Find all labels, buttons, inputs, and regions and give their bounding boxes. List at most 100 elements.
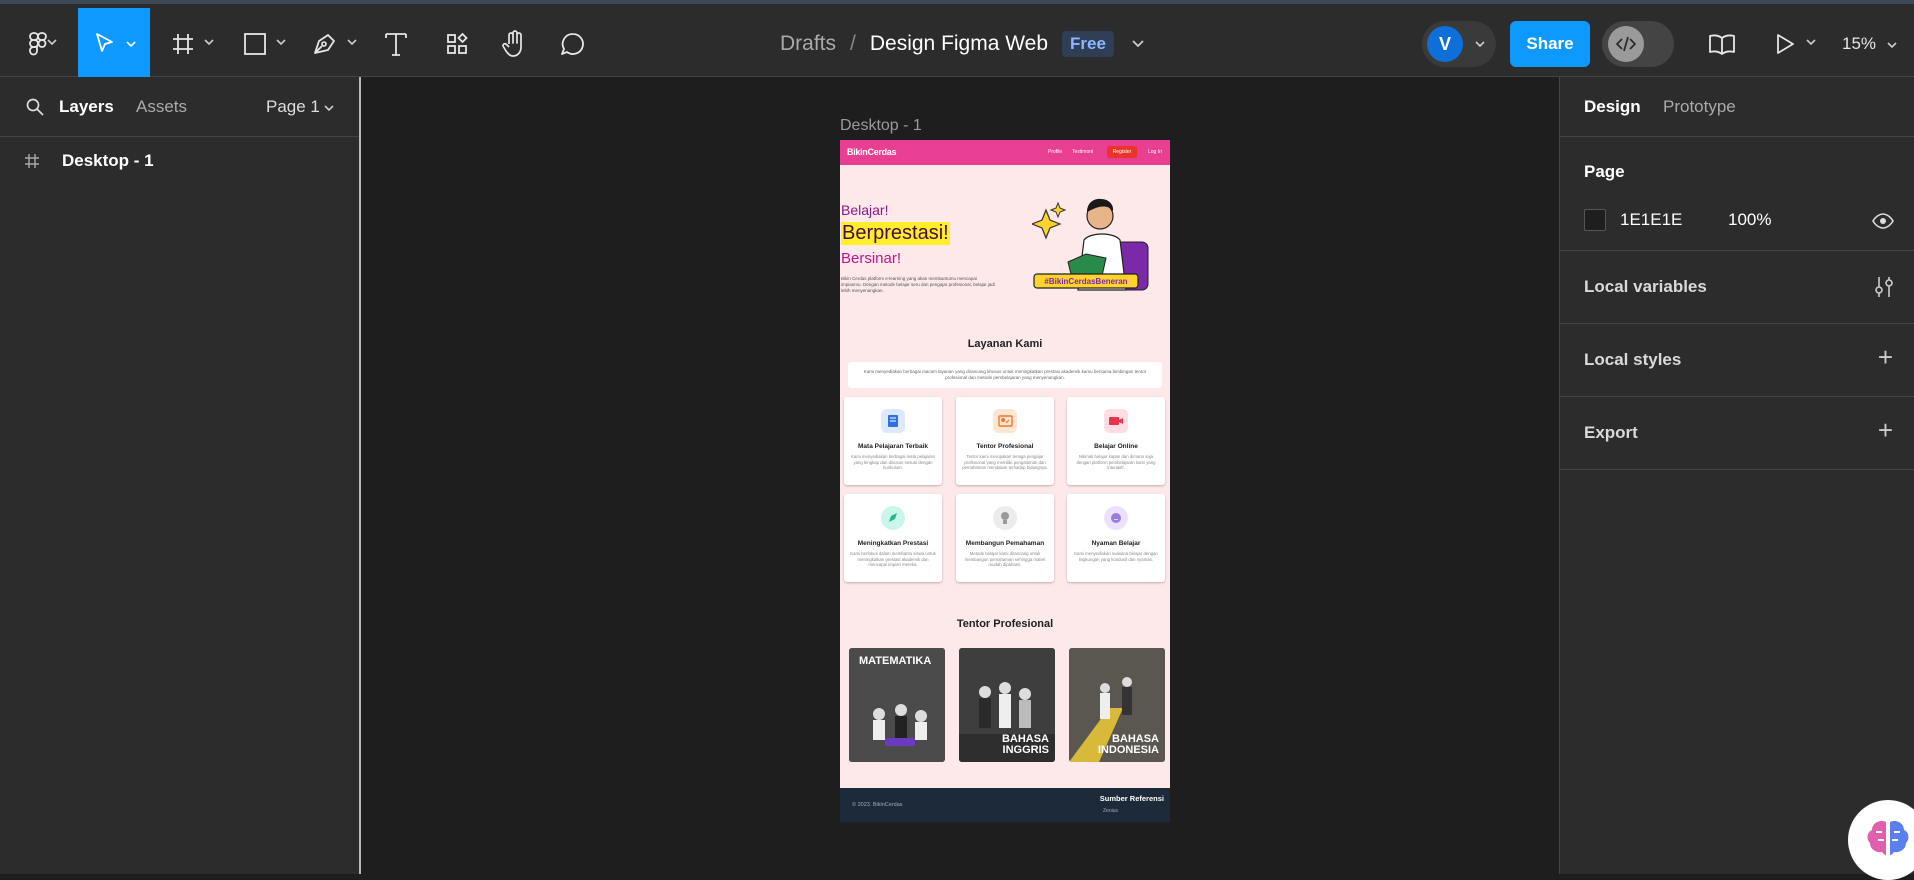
tentor-title: Tentor Profesional [956, 618, 1054, 630]
hero-illustration: #BikinCerdasBeneran [1030, 192, 1162, 307]
share-button[interactable]: Share [1510, 21, 1590, 67]
right-panel-tabs: Design Prototype [1560, 77, 1914, 137]
file-name[interactable]: Design Figma Web [870, 32, 1048, 56]
photo-caption: BAHASA INGGRIS [1001, 733, 1049, 756]
zoom-value: 15% [1842, 34, 1877, 53]
breadcrumb-separator: / [850, 32, 856, 55]
frame-icon[interactable] [168, 8, 198, 80]
service-card: Membangun Pemahaman Metode belajar kami … [956, 494, 1054, 582]
tab-layers[interactable]: Layers [59, 97, 114, 117]
present-icon[interactable] [1772, 8, 1798, 80]
resources-icon[interactable] [442, 8, 472, 80]
local-styles-section: Local styles + [1560, 324, 1914, 397]
footer-link: Zenius [1102, 808, 1118, 814]
photo-caption: BAHASA INDONESIA [1097, 733, 1159, 756]
layers-panel: Layers Assets Page 1 Desktop - 1 [0, 77, 361, 874]
service-title: Meningkatkan Prestasi [857, 540, 929, 547]
site-nav-profile: Profile [1048, 149, 1063, 155]
tab-prototype[interactable]: Prototype [1663, 97, 1736, 117]
hero-line-1: Belajar! [841, 202, 889, 218]
chevron-down-icon[interactable] [347, 38, 357, 46]
search-icon[interactable] [26, 98, 44, 116]
hand-icon[interactable] [499, 8, 529, 80]
service-desc: Kami menyediakan suasana belajar dengan … [1074, 551, 1158, 562]
top-toolbar: Drafts / Design Figma Web Free V Share 1… [0, 0, 1914, 80]
plan-badge[interactable]: Free [1062, 31, 1114, 57]
dev-mode-toggle[interactable] [1602, 21, 1674, 67]
add-export-plus-icon[interactable]: + [1878, 415, 1893, 446]
export-label: Export [1584, 423, 1638, 442]
service-card: Mata Pelajaran Terbaik Kami menyediakan … [844, 397, 942, 485]
hero-description: Bikin Cerdas platform e-learning yang ak… [841, 276, 995, 293]
tentor-photo: MATEMATIKA [849, 648, 945, 762]
chevron-down-icon[interactable] [324, 104, 334, 112]
service-card: Meningkatkan Prestasi Kami berfokus dala… [844, 494, 942, 582]
footer-copyright: © 2023. BikinCerdas [852, 802, 903, 808]
services-description: Kami menyediakan berbagai macam layanan … [848, 362, 1162, 388]
photo-caption: MATEMATIKA [859, 655, 932, 667]
multiplayer-avatars[interactable]: V [1422, 21, 1496, 67]
hero-tag: #BikinCerdasBeneran [1044, 277, 1127, 286]
site-navbar: BikinCerdas Profile Testimoni Register L… [840, 140, 1170, 165]
move-tool-button[interactable] [78, 8, 150, 80]
rocket-icon [881, 506, 905, 530]
page-heading: Page [1584, 162, 1625, 181]
service-title: Mata Pelajaran Terbaik [858, 443, 928, 450]
service-title: Tentor Profesional [976, 443, 1034, 450]
add-style-plus-icon[interactable]: + [1878, 342, 1893, 373]
page-selector[interactable]: Page 1 [266, 97, 320, 117]
site-logo: BikinCerdas [847, 147, 897, 157]
eye-icon[interactable] [1872, 213, 1894, 229]
rectangle-icon[interactable] [240, 8, 270, 80]
tab-design[interactable]: Design [1584, 97, 1641, 117]
comment-icon[interactable] [558, 8, 588, 80]
chevron-down-icon[interactable] [47, 38, 57, 46]
breadcrumb: Drafts / Design Figma Web Free [780, 8, 1144, 80]
tab-assets[interactable]: Assets [136, 97, 187, 117]
lightbulb-icon [993, 506, 1017, 530]
pen-icon[interactable] [310, 8, 340, 80]
service-desc: Nikmati belajar kapan dan dimana saja de… [1076, 454, 1156, 470]
service-title: Membangun Pemahaman [965, 540, 1045, 547]
hero-line-2: Berprestasi! [841, 222, 950, 245]
text-icon[interactable] [381, 8, 411, 80]
teacher-icon [993, 409, 1017, 433]
service-card: Tentor Profesional Tentor kami merupakan… [956, 397, 1054, 485]
breadcrumb-drafts[interactable]: Drafts [780, 32, 836, 56]
zoom-level[interactable]: 15% [1842, 34, 1897, 54]
service-card: Belajar Online Nikmati belajar kapan dan… [1067, 397, 1165, 485]
page-color-value[interactable]: 1E1E1E [1620, 210, 1682, 230]
layer-name: Desktop - 1 [62, 151, 154, 170]
chevron-down-icon[interactable] [204, 38, 214, 46]
page-opacity-value[interactable]: 100% [1728, 210, 1771, 230]
smile-icon [1104, 506, 1128, 530]
site-nav-login: Log In [1148, 149, 1162, 155]
student-illustration: #BikinCerdasBeneran [1030, 198, 1149, 291]
chevron-down-icon [1475, 41, 1485, 48]
layer-row[interactable]: Desktop - 1 [24, 151, 154, 171]
export-section: Export + [1560, 397, 1914, 470]
chevron-down-icon[interactable] [1132, 40, 1144, 48]
tentor-photo: BAHASA INDONESIA [1069, 648, 1165, 762]
brain-icon [1867, 820, 1909, 855]
local-variables-label[interactable]: Local variables [1584, 277, 1707, 297]
chevron-down-icon[interactable] [276, 38, 286, 46]
service-desc: Kami menyediakan berbagai mata pelajaran… [850, 454, 936, 470]
local-styles-label: Local styles [1584, 350, 1682, 369]
service-desc: Tentor kami merupakan tenaga pengajar pr… [962, 454, 1048, 470]
page-color-swatch[interactable] [1584, 209, 1606, 231]
variables-icon[interactable] [1874, 276, 1894, 298]
code-icon [1608, 26, 1644, 62]
service-desc: Kami berfokus dalam membantu siswa untuk… [850, 551, 936, 567]
chevron-down-icon[interactable] [1806, 38, 1816, 46]
avatar[interactable]: V [1427, 26, 1463, 62]
design-frame[interactable]: BikinCerdas Profile Testimoni Register L… [840, 140, 1170, 822]
move-icon [96, 33, 113, 52]
video-icon [1104, 409, 1128, 433]
library-icon[interactable] [1707, 8, 1737, 80]
frame-label[interactable]: Desktop - 1 [840, 117, 922, 135]
services-title: Layanan Kami [967, 338, 1043, 350]
frame-icon [25, 154, 39, 168]
service-title: Belajar Online [1094, 443, 1138, 450]
hero-line-3: Bersinar! [841, 250, 902, 267]
